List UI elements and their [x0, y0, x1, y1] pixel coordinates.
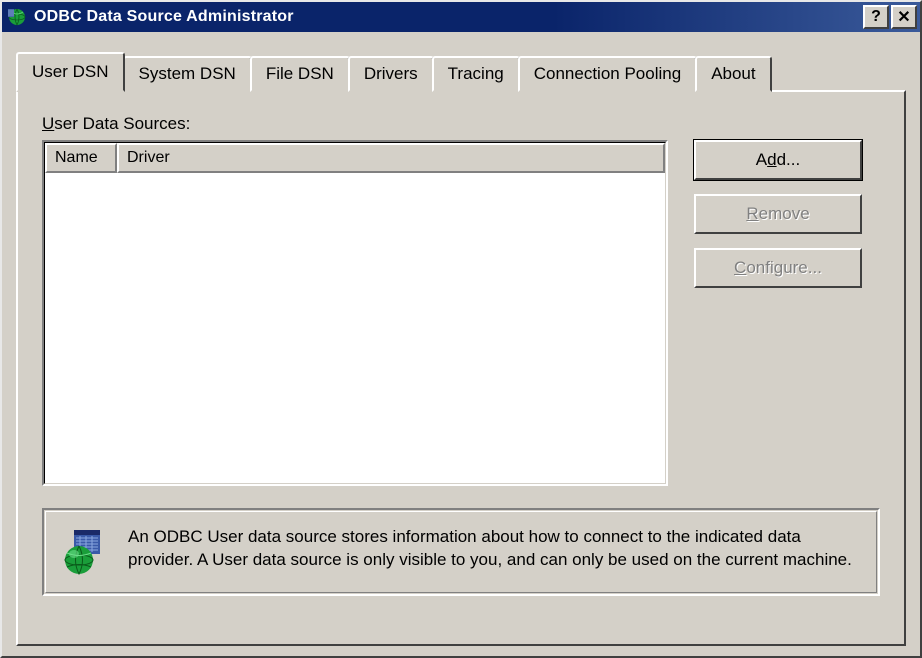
tab-strip: User DSN System DSN File DSN Drivers Tra…: [16, 50, 906, 90]
add-button-suffix: d...: [777, 150, 801, 170]
question-icon: ?: [871, 8, 881, 26]
remove-button: Remove: [694, 194, 862, 234]
tab-panel-user-dsn: User Data Sources: Name Driver: [16, 90, 906, 646]
titlebar: ODBC Data Source Administrator ? ✕: [2, 2, 920, 32]
configure-button: Configure...: [694, 248, 862, 288]
client-area: User DSN System DSN File DSN Drivers Tra…: [2, 32, 920, 656]
tab-file-dsn[interactable]: File DSN: [250, 56, 350, 92]
tab-user-dsn[interactable]: User DSN: [16, 52, 125, 92]
tab-drivers[interactable]: Drivers: [348, 56, 434, 92]
tab-system-dsn[interactable]: System DSN: [123, 56, 252, 92]
close-icon: ✕: [897, 7, 910, 27]
tab-tracing[interactable]: Tracing: [432, 56, 520, 92]
titlebar-buttons: ? ✕: [863, 5, 917, 29]
add-button[interactable]: Add...: [694, 140, 862, 180]
tab-connection-pooling[interactable]: Connection Pooling: [518, 56, 697, 92]
remove-button-suffix: emove: [759, 204, 810, 224]
add-button-prefix: A: [756, 150, 767, 170]
section-label: User Data Sources:: [42, 114, 880, 134]
tab-about[interactable]: About: [695, 56, 771, 92]
user-data-sources-list[interactable]: Name Driver: [45, 143, 665, 483]
list-body[interactable]: [45, 173, 665, 483]
app-icon: [6, 6, 28, 28]
listview-border: Name Driver: [42, 140, 668, 486]
add-button-hotkey: d: [767, 150, 776, 170]
configure-button-suffix: onfigure...: [746, 258, 822, 278]
close-button[interactable]: ✕: [891, 5, 917, 29]
button-column: Add... Remove Configure...: [694, 140, 862, 288]
column-header-name[interactable]: Name: [45, 143, 117, 173]
section-label-text: ser Data Sources:: [54, 114, 190, 133]
info-box: An ODBC User data source stores informat…: [42, 508, 880, 596]
content-row: Name Driver Add... Remove: [42, 140, 880, 486]
help-button[interactable]: ?: [863, 5, 889, 29]
section-label-hotkey: U: [42, 114, 54, 133]
odbc-admin-window: ODBC Data Source Administrator ? ✕ User …: [0, 0, 922, 658]
info-text: An ODBC User data source stores informat…: [128, 526, 856, 572]
configure-button-hotkey: C: [734, 258, 746, 278]
remove-button-hotkey: R: [746, 204, 758, 224]
globe-database-icon: [62, 528, 110, 576]
titlebar-title: ODBC Data Source Administrator: [34, 8, 863, 26]
column-header-driver[interactable]: Driver: [117, 143, 665, 173]
list-header: Name Driver: [45, 143, 665, 173]
